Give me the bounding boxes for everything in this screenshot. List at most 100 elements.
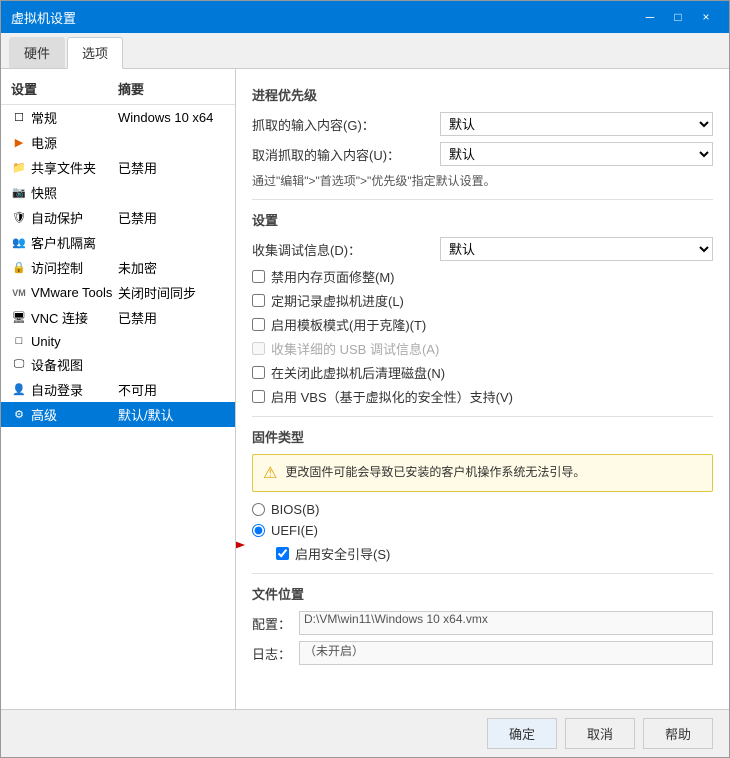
autologin-label: 自动登录 <box>31 380 83 399</box>
autosave-icon: 🛡 <box>11 210 27 226</box>
advanced-icon: ⚙ <box>11 407 27 423</box>
autosave-summary: 已禁用 <box>118 208 225 227</box>
snapshot-icon: 📷 <box>11 185 27 201</box>
left-panel-header: 设置 摘要 <box>1 77 235 105</box>
checkbox-template-mode: 启用模板模式(用于克隆)(T) <box>252 315 713 334</box>
sidebar-item-unity[interactable]: □ Unity <box>1 330 235 352</box>
log-progress-checkbox[interactable] <box>252 294 265 307</box>
right-panel: 进程优先级 抓取的输入内容(G)： 默认 低 普通 高 最高 取消抓取的输入内容… <box>236 69 729 709</box>
general-summary: Windows 10 x64 <box>118 110 225 125</box>
priority-section-title: 进程优先级 <box>252 85 713 104</box>
access-control-icon: 🔒 <box>11 260 27 276</box>
uefi-radio-row: UEFI(E) <box>252 523 713 538</box>
tab-options[interactable]: 选项 <box>67 37 123 69</box>
template-mode-label: 启用模板模式(用于克隆)(T) <box>271 315 426 334</box>
collect-usb-checkbox[interactable] <box>252 342 265 355</box>
checkbox-vbs: 启用 VBS（基于虚拟化的安全性）支持(V) <box>252 387 713 406</box>
shared-folders-label: 共享文件夹 <box>31 158 96 177</box>
advanced-label: 高级 <box>31 405 57 424</box>
log-progress-label: 定期记录虚拟机进度(L) <box>271 291 404 310</box>
config-value: D:\VM\win11\Windows 10 x64.vmx <box>299 611 713 635</box>
debug-select[interactable]: 默认 无 基本 详细 <box>440 237 713 261</box>
minimize-button[interactable]: ─ <box>637 7 663 27</box>
clean-disk-label: 在关闭此虚拟机后清理磁盘(N) <box>271 363 445 382</box>
title-bar: 虚拟机设置 ─ □ × <box>1 1 729 33</box>
autologin-summary: 不可用 <box>118 380 225 399</box>
unity-icon: □ <box>11 333 27 349</box>
vnc-icon: 🖥 <box>11 310 27 326</box>
autologin-icon: 👤 <box>11 382 27 398</box>
divider-1 <box>252 199 713 200</box>
sidebar-item-power[interactable]: ▶ 电源 <box>1 130 235 155</box>
disable-mem-label: 禁用内存页面修整(M) <box>271 267 395 286</box>
sidebar-item-advanced[interactable]: ⚙ 高级 默认/默认 <box>1 402 235 427</box>
firmware-warning-box: ⚠ 更改固件可能会导致已安装的客户机操作系统无法引导。 <box>252 454 713 492</box>
template-mode-checkbox[interactable] <box>252 318 265 331</box>
guest-isolation-icon: 👥 <box>11 235 27 251</box>
checkbox-clean-disk: 在关闭此虚拟机后清理磁盘(N) <box>252 363 713 382</box>
tab-bar: 硬件 选项 <box>1 33 729 69</box>
sidebar-item-access-control[interactable]: 🔒 访问控制 未加密 <box>1 255 235 280</box>
window-controls: ─ □ × <box>637 7 719 27</box>
sidebar-item-autosave[interactable]: 🛡 自动保护 已禁用 <box>1 205 235 230</box>
sidebar-item-general[interactable]: ☐ 常规 Windows 10 x64 <box>1 105 235 130</box>
advanced-summary: 默认/默认 <box>118 405 225 424</box>
guest-isolation-label: 客户机隔离 <box>31 233 96 252</box>
priority-note: 通过"编辑">"首选项">"优先级"指定默认设置。 <box>252 172 713 189</box>
bios-radio[interactable] <box>252 503 265 516</box>
firmware-section-title: 固件类型 <box>252 427 713 446</box>
secure-boot-label: 启用安全引导(S) <box>295 544 390 563</box>
ok-button[interactable]: 确定 <box>487 718 557 749</box>
sidebar-item-snapshot[interactable]: 📷 快照 <box>1 180 235 205</box>
sidebar-item-vnc[interactable]: 🖥 VNC 连接 已禁用 <box>1 305 235 330</box>
sidebar-item-autologin[interactable]: 👤 自动登录 不可用 <box>1 377 235 402</box>
grab-input-select[interactable]: 默认 低 普通 高 最高 <box>440 112 713 136</box>
left-panel: 设置 摘要 ☐ 常规 Windows 10 x64 ▶ 电源 <box>1 69 236 709</box>
general-icon: ☐ <box>11 110 27 126</box>
bios-radio-row: BIOS(B) <box>252 502 713 517</box>
main-window: 虚拟机设置 ─ □ × 硬件 选项 设置 摘要 ☐ 常规 Windows 10 … <box>0 0 730 758</box>
shared-folders-summary: 已禁用 <box>118 158 225 177</box>
file-section-title: 文件位置 <box>252 584 713 603</box>
vmware-tools-icon: VM <box>11 285 27 301</box>
main-content: 设置 摘要 ☐ 常规 Windows 10 x64 ▶ 电源 <box>1 69 729 709</box>
vnc-label: VNC 连接 <box>31 308 88 327</box>
debug-label: 收集调试信息(D)： <box>252 240 432 259</box>
autosave-label: 自动保护 <box>31 208 83 227</box>
vbs-checkbox[interactable] <box>252 390 265 403</box>
divider-3 <box>252 573 713 574</box>
log-value: （未开启） <box>299 641 713 665</box>
sidebar-item-shared-folders[interactable]: 📁 共享文件夹 已禁用 <box>1 155 235 180</box>
col-settings: 设置 <box>11 79 118 98</box>
help-button[interactable]: 帮助 <box>643 718 713 749</box>
sidebar-item-guest-isolation[interactable]: 👥 客户机隔离 <box>1 230 235 255</box>
access-control-summary: 未加密 <box>118 258 225 277</box>
clean-disk-checkbox[interactable] <box>252 366 265 379</box>
firmware-options: BIOS(B) UEFI(E) <box>252 502 713 563</box>
settings-section-title: 设置 <box>252 210 713 229</box>
close-button[interactable]: × <box>693 7 719 27</box>
secure-boot-row: 启用安全引导(S) <box>276 544 713 563</box>
cancel-button[interactable]: 取消 <box>565 718 635 749</box>
shared-folders-icon: 📁 <box>11 160 27 176</box>
maximize-button[interactable]: □ <box>665 7 691 27</box>
grab-input-label: 抓取的输入内容(G)： <box>252 115 432 134</box>
firmware-warning-text: 更改固件可能会导致已安装的客户机操作系统无法引导。 <box>285 463 585 481</box>
sidebar-item-vmware-tools[interactable]: VM VMware Tools 关闭时间同步 <box>1 280 235 305</box>
log-row: 日志： （未开启） <box>252 641 713 665</box>
snapshot-label: 快照 <box>31 183 57 202</box>
debug-row: 收集调试信息(D)： 默认 无 基本 详细 <box>252 237 713 261</box>
uefi-radio[interactable] <box>252 524 265 537</box>
sidebar-item-device-view[interactable]: 🖵 设备视图 <box>1 352 235 377</box>
ungrab-input-select[interactable]: 默认 低 普通 高 最高 <box>440 142 713 166</box>
tab-hardware[interactable]: 硬件 <box>9 37 65 68</box>
power-label: 电源 <box>31 133 57 152</box>
warning-icon: ⚠ <box>263 463 277 483</box>
checkbox-disable-mem: 禁用内存页面修整(M) <box>252 267 713 286</box>
disable-mem-checkbox[interactable] <box>252 270 265 283</box>
config-row: 配置： D:\VM\win11\Windows 10 x64.vmx <box>252 611 713 635</box>
secure-boot-checkbox[interactable] <box>276 547 289 560</box>
bottom-bar: 确定 取消 帮助 <box>1 709 729 757</box>
device-view-icon: 🖵 <box>11 357 27 373</box>
power-icon: ▶ <box>11 135 27 151</box>
